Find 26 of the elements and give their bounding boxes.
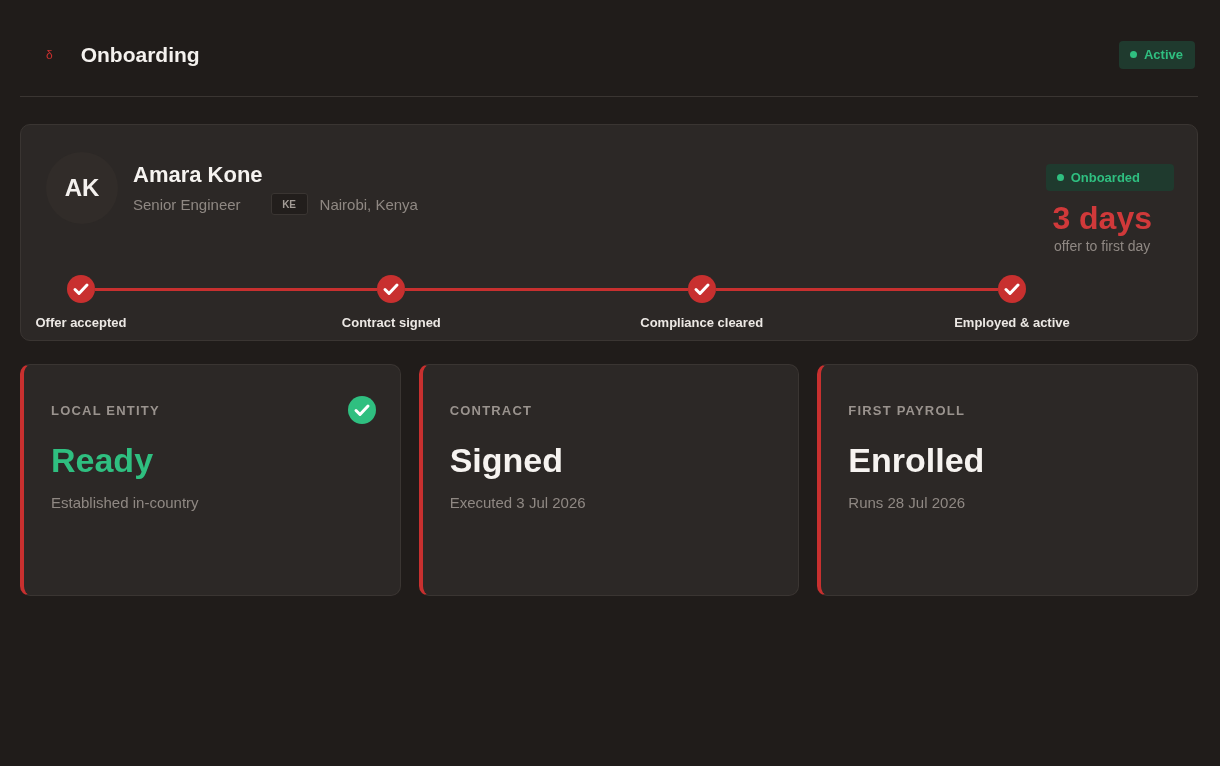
location-text: Nairobi, Kenya: [319, 195, 418, 213]
employee-name: Amara Kone: [133, 162, 263, 188]
status-dot-icon: [1056, 174, 1064, 181]
status-badge: Onboarded: [1045, 164, 1174, 191]
card-value: Signed: [449, 440, 563, 481]
duration-caption: offer to first day: [1054, 237, 1151, 255]
card-label: LOCAL ENTITY: [51, 402, 160, 418]
country-code-tag: KE: [270, 193, 308, 215]
avatar-initials: AK: [46, 152, 118, 224]
status-dot-icon: [1129, 51, 1137, 58]
card-label: CONTRACT: [449, 402, 533, 418]
card-value: Ready: [51, 440, 154, 481]
card-value: Enrolled: [848, 440, 985, 481]
card-detail: Executed 3 Jul 2026: [449, 493, 586, 513]
step-label: Employed & active: [954, 315, 1070, 330]
card-label: FIRST PAYROLL: [848, 402, 966, 418]
header-glyph: δ: [46, 47, 53, 62]
step-label: Compliance cleared: [640, 315, 764, 330]
step-label: Contract signed: [341, 315, 441, 330]
status-badge: Active: [1118, 40, 1195, 69]
job-title: Senior Engineer: [133, 195, 241, 213]
card-detail: Runs 28 Jul 2026: [848, 493, 966, 513]
card-detail: Established in-country: [51, 493, 199, 513]
step-label: Offer accepted: [35, 315, 127, 330]
duration-value: 3 days: [1052, 199, 1152, 237]
page-title: Onboarding: [80, 42, 200, 67]
